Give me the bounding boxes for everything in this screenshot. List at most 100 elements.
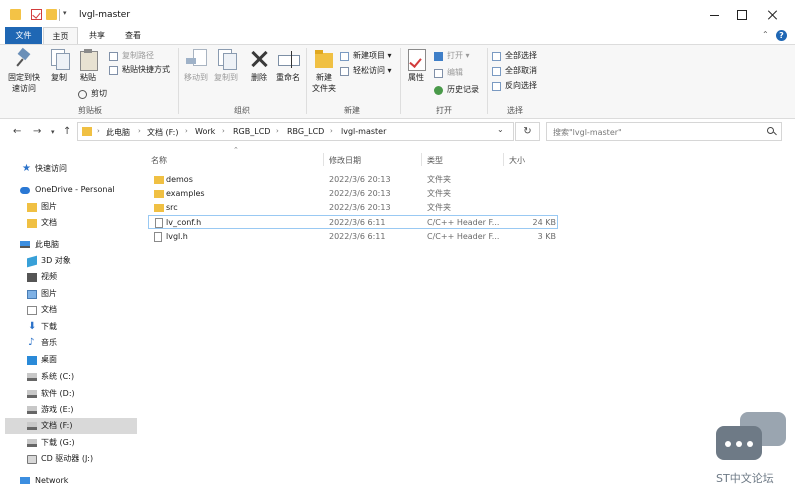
new-folder-button[interactable]: 新建 文件夹 xyxy=(309,48,339,94)
select-none-button[interactable]: 全部取消 xyxy=(492,65,537,77)
nav-item-drive-g[interactable]: 下载 (G:) xyxy=(5,435,137,451)
video-icon xyxy=(27,273,37,282)
table-row[interactable]: demos 2022/3/6 20:13 文件夹 xyxy=(148,173,558,187)
new-item-button[interactable]: 新建项目 ▾ xyxy=(340,50,392,62)
new-folder-label: 新建 文件夹 xyxy=(312,73,336,93)
copy-to-button[interactable]: 复制到 xyxy=(212,48,240,83)
nav-item-drive-e[interactable]: 游戏 (E:) xyxy=(5,402,137,418)
cut-label: 剪切 xyxy=(91,89,107,98)
file-icon xyxy=(155,218,163,228)
recent-locations-chevron-icon[interactable]: ▾ xyxy=(51,128,55,136)
breadcrumb-separator[interactable]: › xyxy=(222,127,225,135)
tab-file[interactable]: 文件 xyxy=(5,27,42,44)
nav-item-drive-d[interactable]: 软件 (D:) xyxy=(5,386,137,402)
open-button[interactable]: 打开 ▾ xyxy=(434,50,470,62)
column-header-type[interactable]: 类型 xyxy=(427,155,443,166)
breadcrumb-separator[interactable]: › xyxy=(138,127,141,135)
maximize-button[interactable] xyxy=(727,0,757,30)
nav-item-drive-f[interactable]: 文档 (F:) xyxy=(5,418,137,434)
table-row[interactable]: examples 2022/3/6 20:13 文件夹 xyxy=(148,187,558,201)
tab-share[interactable]: 共享 xyxy=(80,27,114,44)
drive-icon xyxy=(27,422,37,430)
invert-selection-button[interactable]: 反向选择 xyxy=(492,80,537,92)
pin-quick-access-button[interactable]: 固定到快 速访问 xyxy=(6,48,42,94)
tab-home[interactable]: 主页 xyxy=(43,27,78,44)
table-row[interactable]: lvgl.h 2022/3/6 6:11 C/C++ Header F... 3… xyxy=(148,230,558,244)
close-button[interactable] xyxy=(758,0,788,30)
move-to-button[interactable]: 移动到 xyxy=(182,48,210,83)
nav-item-drive-j[interactable]: CD 驱动器 (J:) xyxy=(5,451,137,467)
column-header-name[interactable]: 名称 xyxy=(151,155,167,166)
nav-item-music[interactable]: ♪ 音乐 xyxy=(5,335,137,351)
breadcrumb-separator[interactable]: › xyxy=(97,127,100,135)
open-group-label: 打开 xyxy=(436,106,452,115)
easy-access-button[interactable]: 轻松访问 ▾ xyxy=(340,65,392,77)
nav-item-3d-objects[interactable]: 3D 对象 xyxy=(5,253,137,269)
nav-item-downloads[interactable]: ⬇ 下载 xyxy=(5,319,137,335)
new-folder-icon xyxy=(313,48,335,70)
paste-shortcut-button[interactable]: 粘贴快捷方式 xyxy=(109,64,170,76)
group-separator xyxy=(400,48,401,114)
cut-button[interactable]: 剪切 xyxy=(78,88,107,100)
edit-button[interactable]: 编辑 xyxy=(434,67,463,79)
nav-item-drive-c[interactable]: 系统 (C:) xyxy=(5,369,137,385)
column-divider[interactable] xyxy=(421,153,422,166)
nav-item-desktop[interactable]: 桌面 xyxy=(5,352,137,368)
forward-arrow-icon[interactable]: → xyxy=(33,126,41,137)
up-arrow-icon[interactable]: ↑ xyxy=(63,126,71,137)
breadcrumb-this-pc[interactable]: 此电脑 xyxy=(106,127,130,138)
breadcrumb-rbg-lcd[interactable]: RBG_LCD xyxy=(287,127,324,136)
properties-label: 属性 xyxy=(408,73,424,82)
nav-item-network[interactable]: Network xyxy=(5,473,137,489)
paste-button[interactable]: 粘贴 xyxy=(76,48,100,83)
nav-label: 图片 xyxy=(41,202,57,211)
table-row[interactable]: lv_conf.h 2022/3/6 6:11 C/C++ Header F..… xyxy=(148,215,558,229)
back-arrow-icon[interactable]: ← xyxy=(13,126,21,137)
breadcrumb-separator[interactable]: › xyxy=(185,127,188,135)
search-box[interactable]: 搜索"lvgl-master" xyxy=(546,122,782,141)
nav-item-pictures[interactable]: 图片 xyxy=(5,286,137,302)
rename-button[interactable]: 重命名 xyxy=(274,48,302,83)
minimize-button[interactable] xyxy=(700,0,730,30)
history-button[interactable]: 历史记录 xyxy=(434,84,479,96)
delete-button[interactable]: 删除 xyxy=(247,48,271,83)
search-icon xyxy=(767,127,774,134)
select-all-button[interactable]: 全部选择 xyxy=(492,50,537,62)
help-icon[interactable]: ? xyxy=(776,30,787,41)
breadcrumb-work[interactable]: Work xyxy=(195,127,215,136)
customize-toolbar-chevron-icon[interactable]: ▾ xyxy=(63,9,67,17)
nav-item-this-pc[interactable]: 此电脑 xyxy=(5,237,137,253)
search-input[interactable]: 搜索"lvgl-master" xyxy=(553,127,622,138)
nav-item-onedrive-documents[interactable]: 文档 xyxy=(5,215,137,231)
breadcrumb-separator[interactable]: › xyxy=(276,127,279,135)
nav-item-videos[interactable]: 视频 xyxy=(5,269,137,285)
properties-button[interactable]: 属性 xyxy=(404,48,428,83)
breadcrumb-lvgl-master[interactable]: lvgl-master xyxy=(341,127,386,136)
table-row[interactable]: src 2022/3/6 20:13 文件夹 xyxy=(148,201,558,215)
breadcrumb-separator[interactable]: › xyxy=(330,127,333,135)
address-bar[interactable]: › 此电脑 › 文档 (F:) › Work › RGB_LCD › RBG_L… xyxy=(77,122,514,141)
column-divider[interactable] xyxy=(503,153,504,166)
column-header-modified[interactable]: 修改日期 xyxy=(329,155,361,166)
collapse-ribbon-chevron-icon[interactable]: ⌃ xyxy=(762,30,769,39)
file-icon xyxy=(154,232,162,242)
copy-path-button[interactable]: 复制路径 xyxy=(109,50,154,62)
new-folder-quick-icon[interactable] xyxy=(46,9,57,20)
column-divider[interactable] xyxy=(323,153,324,166)
breadcrumb-drive-f[interactable]: 文档 (F:) xyxy=(147,127,178,138)
nav-item-onedrive-pictures[interactable]: 图片 xyxy=(5,199,137,215)
nav-item-onedrive[interactable]: OneDrive - Personal xyxy=(5,182,137,198)
refresh-button[interactable]: ↻ xyxy=(515,122,540,141)
properties-quick-icon[interactable] xyxy=(31,9,42,20)
copy-button[interactable]: 复制 xyxy=(46,48,72,83)
select-all-label: 全部选择 xyxy=(505,51,537,60)
nav-label: 视频 xyxy=(41,272,57,281)
nav-item-quick-access[interactable]: ★ 快速访问 xyxy=(5,161,137,177)
organize-group-label: 组织 xyxy=(234,106,250,115)
nav-item-documents[interactable]: 文档 xyxy=(5,302,137,318)
column-header-size[interactable]: 大小 xyxy=(509,155,525,166)
pin-icon xyxy=(13,48,35,70)
address-history-chevron-icon[interactable]: ⌄ xyxy=(497,125,504,134)
breadcrumb-rgb-lcd[interactable]: RGB_LCD xyxy=(233,127,270,136)
tab-view[interactable]: 查看 xyxy=(114,27,152,44)
